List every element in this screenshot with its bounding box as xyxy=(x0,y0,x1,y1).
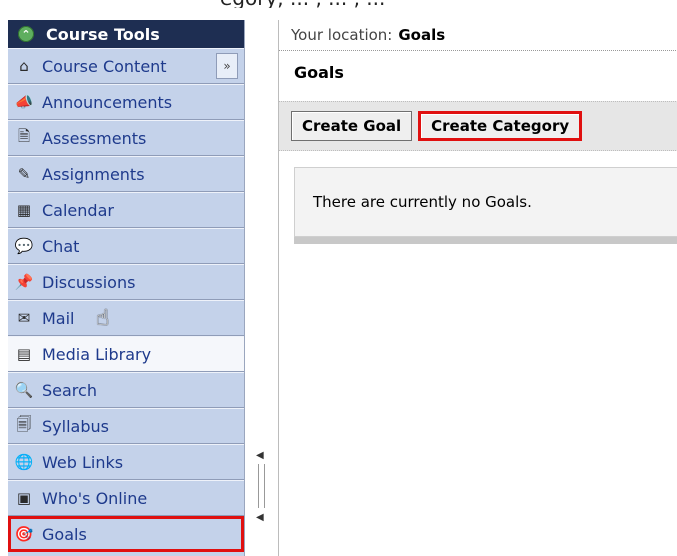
pin-icon: 📌 xyxy=(14,273,34,291)
quiz-icon: 🗎 xyxy=(17,126,31,145)
chat-bubble-icon: 💬 xyxy=(14,237,34,255)
collapse-up-icon[interactable]: ⌃ xyxy=(18,26,34,42)
create-goal-button[interactable]: Create Goal xyxy=(291,111,413,141)
sidebar-item-chat[interactable]: 💬 Chat xyxy=(8,228,244,264)
create-category-button[interactable]: Create Category xyxy=(418,111,583,141)
sidebar-splitter[interactable]: ◀ ◀ xyxy=(254,440,266,540)
sidebar-item-announcements[interactable]: 📣 Announcements xyxy=(8,84,244,120)
sidebar-item-assessments[interactable]: 🗎 Assessments xyxy=(8,120,244,156)
pencil-icon: ✎ xyxy=(17,165,31,183)
pointer-hand-icon: ☝ xyxy=(96,306,110,331)
home-icon: ⌂ xyxy=(19,57,29,75)
sidebar-item-web-links[interactable]: 🌐 Web Links xyxy=(8,444,244,480)
empty-state-message: There are currently no Goals. xyxy=(294,167,677,237)
goals-toolbar: Create Goal Create Category xyxy=(279,101,677,151)
page-title: Goals xyxy=(294,62,344,82)
splitter-handle[interactable] xyxy=(258,464,265,508)
top-text-fragment: egory, ... , ... , ... xyxy=(220,0,670,8)
sidebar-header[interactable]: ⌃ Course Tools xyxy=(8,20,244,48)
sidebar-title: Course Tools xyxy=(46,24,160,44)
sidebar-item-media-library[interactable]: ▤ Media Library xyxy=(8,336,244,372)
calendar-icon: ▦ xyxy=(16,201,32,219)
sidebar-item-calendar[interactable]: ▦ Calendar xyxy=(8,192,244,228)
mail-icon: ✉ xyxy=(17,309,31,327)
main-content: Your location: Goals Goals Create Goal C… xyxy=(278,20,677,556)
sidebar-item-mail[interactable]: ✉ Mail xyxy=(8,300,244,336)
globe-icon: 🌐 xyxy=(14,453,34,471)
megaphone-icon: 📣 xyxy=(14,93,34,111)
sidebar-item-search[interactable]: 🔍 Search xyxy=(8,372,244,408)
sidebar-item-assignments[interactable]: ✎ Assignments xyxy=(8,156,244,192)
breadcrumb-label: Your location: xyxy=(291,26,393,44)
media-icon: ▤ xyxy=(16,345,32,363)
course-tools-sidebar: ⌃ Course Tools ⌂ Course Content » 📣 Anno… xyxy=(8,20,245,556)
goal-icon: 🎯 xyxy=(14,525,34,543)
breadcrumb: Your location: Goals xyxy=(279,20,677,51)
chevron-double-down-icon[interactable]: » xyxy=(216,53,238,79)
collapse-left-icon[interactable]: ◀ xyxy=(256,450,264,461)
collapse-left-icon[interactable]: ◀ xyxy=(256,512,264,523)
sidebar-item-discussions[interactable]: 📌 Discussions xyxy=(8,264,244,300)
breadcrumb-current: Goals xyxy=(398,26,446,44)
syllabus-icon: 🗐 xyxy=(16,414,32,433)
presence-icon: ▣ xyxy=(16,489,32,507)
search-icon: 🔍 xyxy=(14,381,34,399)
sidebar-item-syllabus[interactable]: 🗐 Syllabus xyxy=(8,408,244,444)
sidebar-item-course-content[interactable]: ⌂ Course Content » xyxy=(8,48,244,84)
sidebar-item-goals[interactable]: 🎯 Goals xyxy=(8,516,244,552)
sidebar-item-whos-online[interactable]: ▣ Who's Online xyxy=(8,480,244,516)
